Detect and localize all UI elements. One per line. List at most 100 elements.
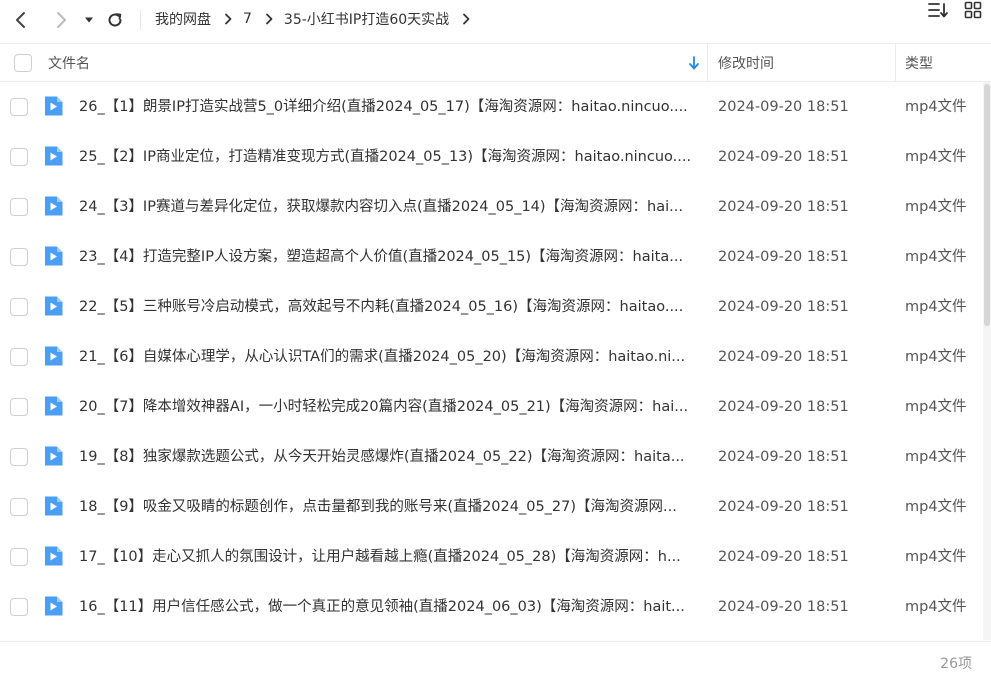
file-row[interactable]: 19_【8】独家爆款选题公式，从今天开始灵感爆炸(直播2024_05_22)【海… — [0, 432, 983, 482]
file-name: 20_【7】降本增效神器AI，一小时轻松完成20篇内容(直播2024_05_21… — [79, 399, 689, 415]
video-file-icon — [42, 245, 64, 267]
file-name: 26_【1】朗景IP打造实战营5_0详细介绍(直播2024_05_17)【海淘资… — [79, 99, 688, 115]
file-name: 16_【11】用户信任感公式，做一个真正的意见领袖(直播2024_06_03)【… — [79, 599, 685, 615]
file-row[interactable]: 16_【11】用户信任感公式，做一个真正的意见领袖(直播2024_06_03)【… — [0, 582, 983, 632]
file-type: mp4文件 — [905, 549, 967, 565]
breadcrumb-item-current[interactable]: 35-小红书IP打造60天实战 — [284, 9, 449, 29]
row-checkbox[interactable] — [10, 348, 28, 366]
file-modified-time: 2024-09-20 18:51 — [718, 249, 849, 265]
file-name: 25_【2】IP商业定位，打造精准变现方式(直播2024_05_13)【海淘资源… — [79, 149, 692, 165]
breadcrumb-item-root[interactable]: 我的网盘 — [155, 9, 211, 29]
forward-button[interactable] — [49, 8, 73, 32]
back-button[interactable] — [9, 8, 33, 32]
column-name-header[interactable]: 文件名 — [48, 44, 90, 81]
file-row[interactable]: 21_【6】自媒体心理学，从心认识TA们的需求(直播2024_05_20)【海淘… — [0, 332, 983, 382]
chevron-left-icon — [14, 11, 28, 29]
file-row[interactable]: 25_【2】IP商业定位，打造精准变现方式(直播2024_05_13)【海淘资源… — [0, 132, 983, 182]
sort-button[interactable] — [926, 0, 950, 24]
file-type: mp4文件 — [905, 249, 967, 265]
file-name: 21_【6】自媒体心理学，从心认识TA们的需求(直播2024_05_20)【海淘… — [79, 349, 686, 365]
file-row[interactable]: 18_【9】吸金又吸睛的标题创作，点击量都到我的账号来(直播2024_05_27… — [0, 482, 983, 532]
file-modified-time: 2024-09-20 18:51 — [718, 299, 849, 315]
status-bar: 26项 — [0, 641, 991, 680]
chevron-right-icon — [265, 13, 273, 25]
row-checkbox[interactable] — [10, 448, 28, 466]
file-name: 23_【4】打造完整IP人设方案，塑造超高个人价值(直播2024_05_15)【… — [79, 249, 684, 265]
file-type: mp4文件 — [905, 449, 967, 465]
refresh-button[interactable] — [103, 8, 127, 32]
video-file-icon — [42, 195, 64, 217]
history-dropdown-button[interactable] — [77, 8, 101, 32]
file-type: mp4文件 — [905, 599, 967, 615]
item-count: 26项 — [940, 656, 972, 672]
top-toolbar: 我的网盘 7 35-小红书IP打造60天实战 — [0, 0, 991, 40]
row-checkbox[interactable] — [10, 548, 28, 566]
file-name: 22_【5】三种账号冷启动模式，高效起号不内耗(直播2024_05_16)【海淘… — [79, 299, 684, 315]
file-type: mp4文件 — [905, 399, 967, 415]
chevron-right-icon[interactable] — [462, 13, 470, 25]
refresh-icon — [106, 11, 124, 29]
video-file-icon — [42, 545, 64, 567]
file-modified-time: 2024-09-20 18:51 — [718, 549, 849, 565]
file-row[interactable]: 23_【4】打造完整IP人设方案，塑造超高个人价值(直播2024_05_15)【… — [0, 232, 983, 282]
file-modified-time: 2024-09-20 18:51 — [718, 149, 849, 165]
column-modified-header[interactable]: 修改时间 — [718, 44, 774, 81]
video-file-icon — [42, 595, 64, 617]
row-checkbox[interactable] — [10, 398, 28, 416]
column-divider[interactable] — [895, 44, 896, 81]
row-checkbox[interactable] — [10, 148, 28, 166]
file-name: 17_【10】走心又抓人的氛围设计，让用户越看越上瘾(直播2024_05_28)… — [79, 549, 681, 565]
file-name: 19_【8】独家爆款选题公式，从今天开始灵感爆炸(直播2024_05_22)【海… — [79, 449, 685, 465]
scrollbar[interactable] — [983, 82, 991, 640]
file-modified-time: 2024-09-20 18:51 — [718, 499, 849, 515]
video-file-icon — [42, 95, 64, 117]
file-row[interactable]: 17_【10】走心又抓人的氛围设计，让用户越看越上瘾(直播2024_05_28)… — [0, 532, 983, 582]
file-type: mp4文件 — [905, 199, 967, 215]
toolbar-divider — [140, 10, 141, 30]
file-name: 18_【9】吸金又吸睛的标题创作，点击量都到我的账号来(直播2024_05_27… — [79, 499, 677, 515]
video-file-icon — [42, 445, 64, 467]
select-all-checkbox[interactable] — [14, 44, 32, 81]
video-file-icon — [42, 495, 64, 517]
sort-desc-icon[interactable] — [687, 55, 701, 71]
file-type: mp4文件 — [905, 349, 967, 365]
chevron-right-icon — [224, 13, 232, 25]
video-file-icon — [42, 345, 64, 367]
file-row[interactable]: 24_【3】IP赛道与差异化定位，获取爆款内容切入点(直播2024_05_14)… — [0, 182, 983, 232]
grid-view-icon — [964, 1, 982, 23]
breadcrumb-item-folder[interactable]: 7 — [243, 11, 252, 27]
file-modified-time: 2024-09-20 18:51 — [718, 449, 849, 465]
row-checkbox[interactable] — [10, 98, 28, 116]
row-checkbox[interactable] — [10, 248, 28, 266]
file-row[interactable]: 22_【5】三种账号冷启动模式，高效起号不内耗(直播2024_05_16)【海淘… — [0, 282, 983, 332]
row-checkbox[interactable] — [10, 598, 28, 616]
file-modified-time: 2024-09-20 18:51 — [718, 399, 849, 415]
file-modified-time: 2024-09-20 18:51 — [718, 99, 849, 115]
breadcrumb: 我的网盘 7 35-小红书IP打造60天实战 — [155, 0, 481, 38]
file-row[interactable]: 26_【1】朗景IP打造实战营5_0详细介绍(直播2024_05_17)【海淘资… — [0, 82, 983, 132]
scrollbar-thumb[interactable] — [984, 84, 990, 326]
column-divider[interactable] — [707, 44, 708, 81]
file-type: mp4文件 — [905, 299, 967, 315]
video-file-icon — [42, 295, 64, 317]
file-type: mp4文件 — [905, 149, 967, 165]
view-toggle-button[interactable] — [961, 0, 985, 24]
video-file-icon — [42, 395, 64, 417]
file-type: mp4文件 — [905, 499, 967, 515]
column-header: 文件名 修改时间 类型 — [0, 43, 991, 82]
file-modified-time: 2024-09-20 18:51 — [718, 599, 849, 615]
file-name: 24_【3】IP赛道与差异化定位，获取爆款内容切入点(直播2024_05_14)… — [79, 199, 683, 215]
row-checkbox[interactable] — [10, 498, 28, 516]
file-row[interactable]: 20_【7】降本增效神器AI，一小时轻松完成20篇内容(直播2024_05_21… — [0, 382, 983, 432]
file-list: 26_【1】朗景IP打造实战营5_0详细介绍(直播2024_05_17)【海淘资… — [0, 82, 983, 640]
sort-lines-icon — [927, 1, 949, 23]
row-checkbox[interactable] — [10, 298, 28, 316]
caret-down-icon — [84, 16, 94, 24]
row-checkbox[interactable] — [10, 198, 28, 216]
video-file-icon — [42, 145, 64, 167]
file-type: mp4文件 — [905, 99, 967, 115]
chevron-right-icon — [54, 11, 68, 29]
column-type-header[interactable]: 类型 — [905, 44, 933, 81]
file-modified-time: 2024-09-20 18:51 — [718, 349, 849, 365]
file-modified-time: 2024-09-20 18:51 — [718, 199, 849, 215]
